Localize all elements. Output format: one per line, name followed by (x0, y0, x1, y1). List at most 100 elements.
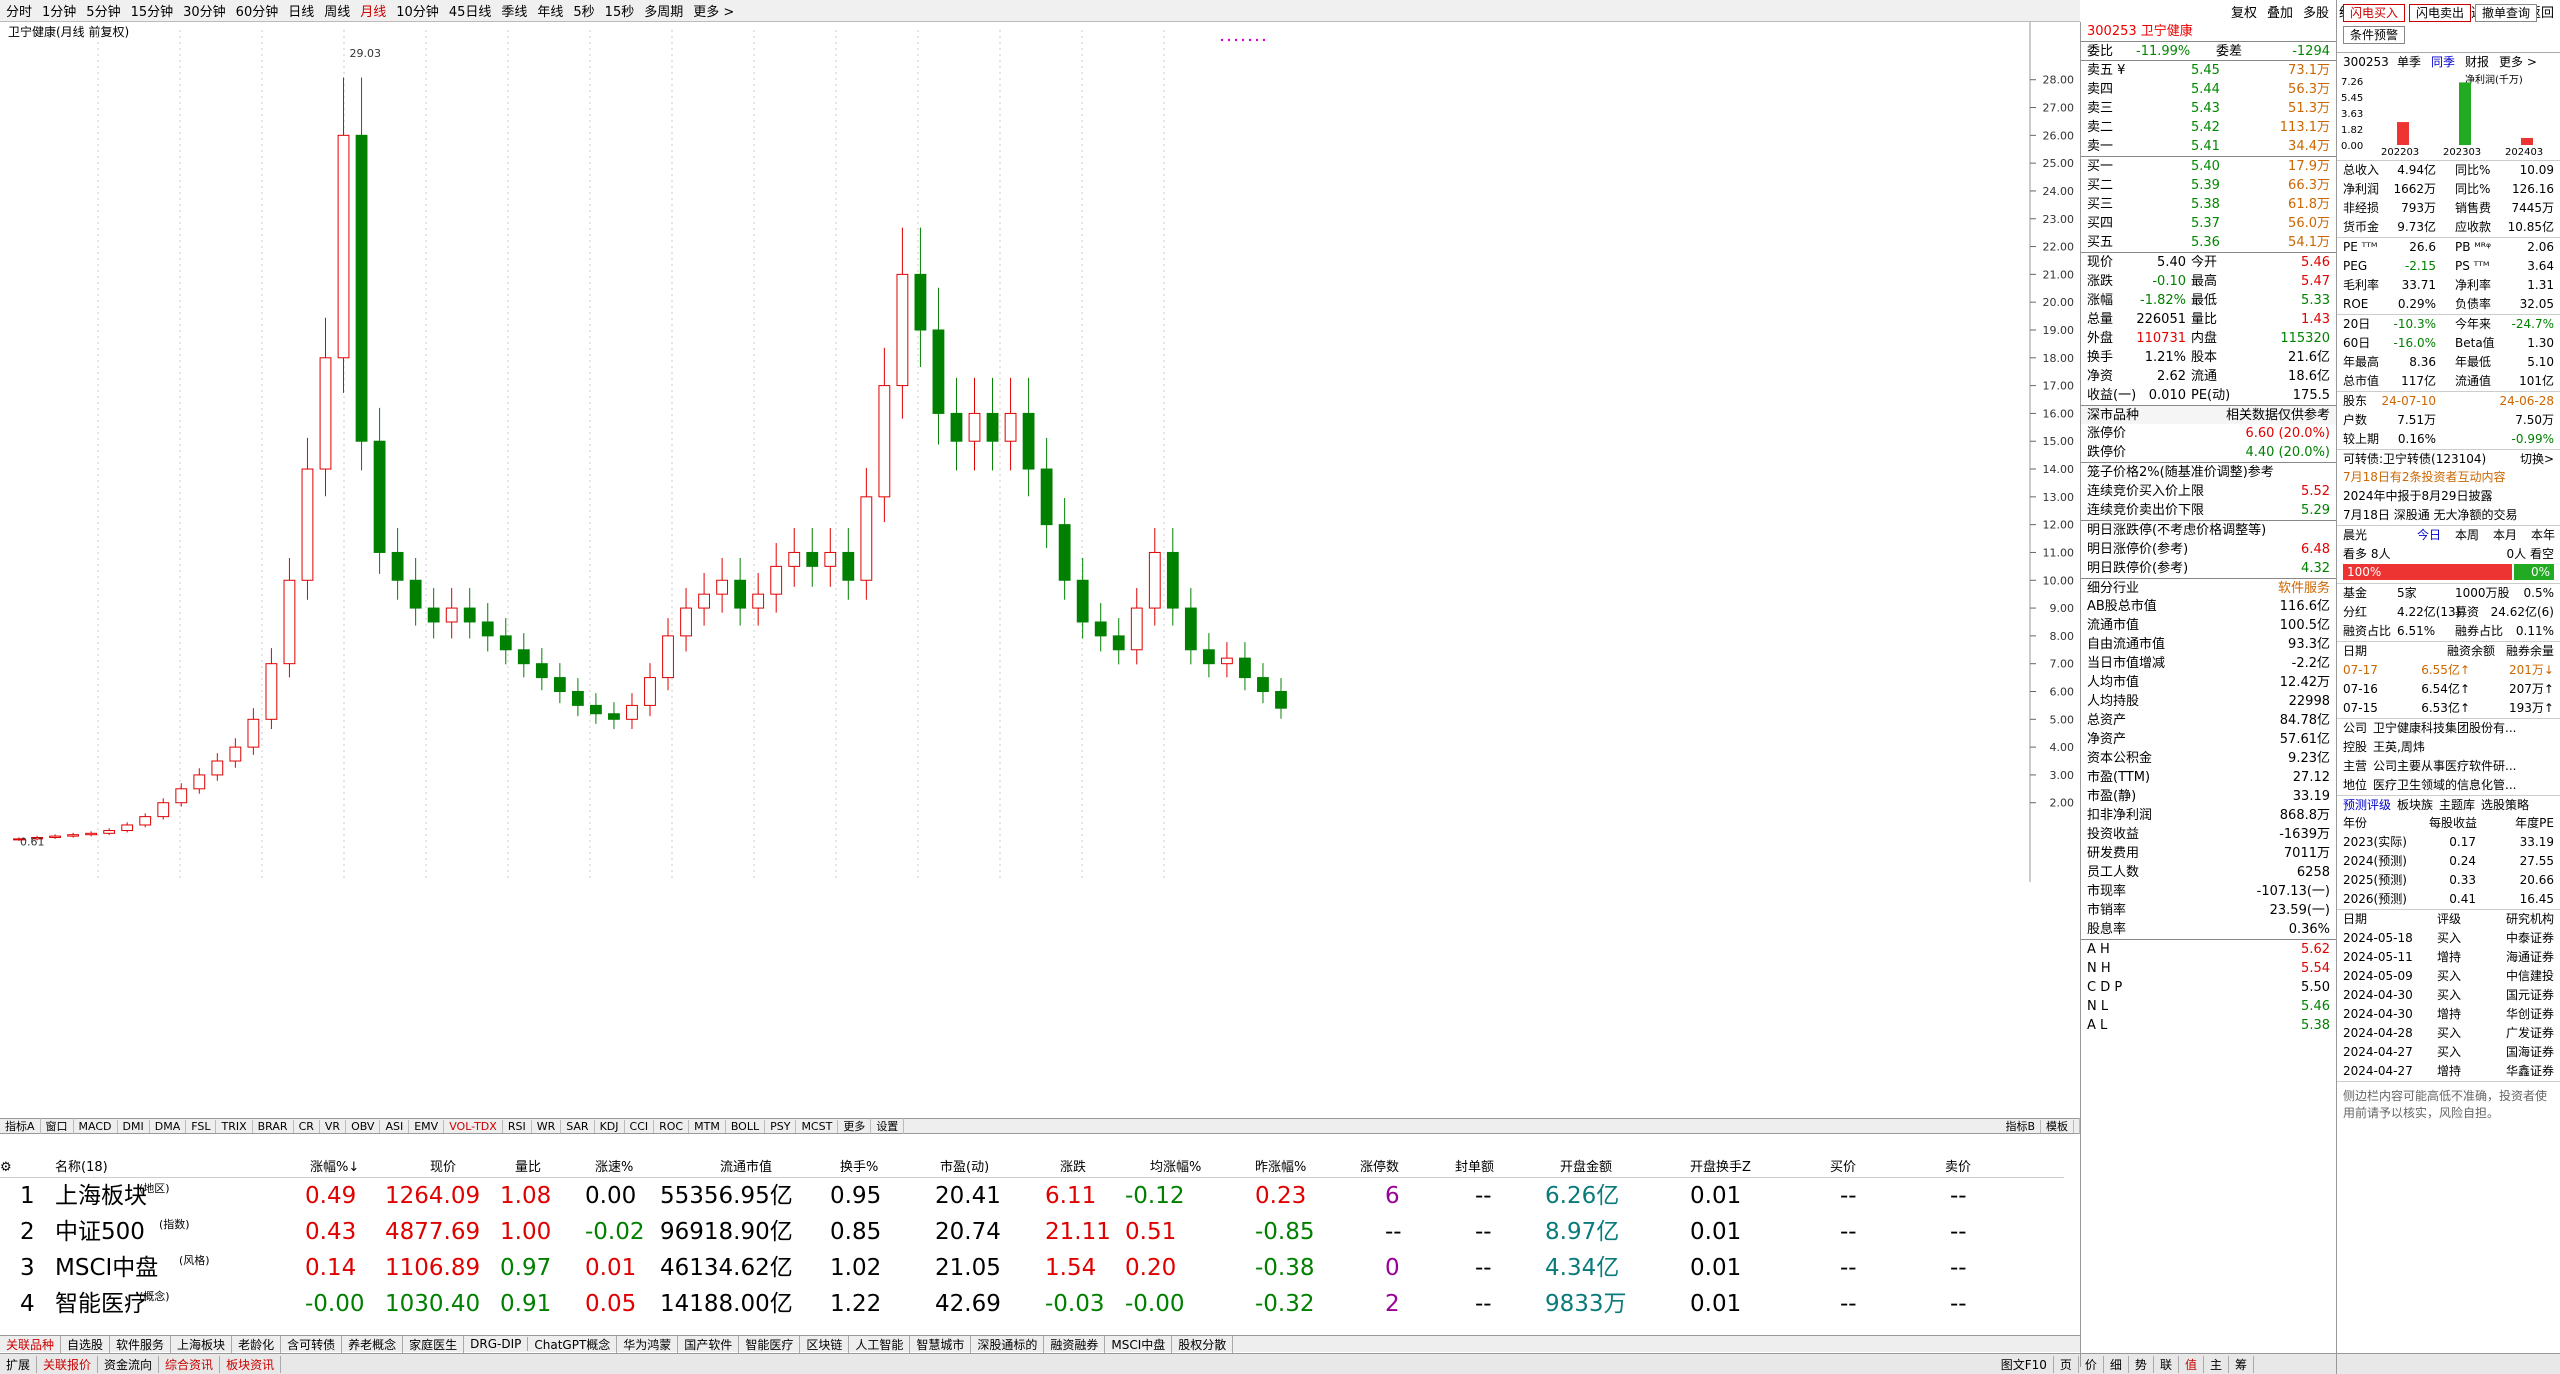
indicator-tab[interactable]: DMA (150, 1119, 187, 1133)
news-item[interactable]: 7月18日 深股通 无大净额的交易 (2337, 506, 2560, 525)
candle-body[interactable] (590, 704, 602, 715)
indicator-tab[interactable]: EMV (409, 1119, 445, 1133)
candle-body[interactable] (878, 385, 891, 498)
related-tab[interactable]: 国产软件 (678, 1335, 740, 1353)
indicator-tab[interactable]: MACD (74, 1119, 118, 1133)
candle-body[interactable] (355, 134, 368, 442)
candle-body[interactable] (1166, 551, 1179, 609)
sentiment-tab[interactable]: 本周 (2455, 528, 2479, 542)
indicator-tab[interactable]: 设置 (871, 1118, 905, 1134)
indicator-tab[interactable]: OBV (346, 1119, 381, 1133)
candle-body[interactable] (481, 621, 494, 637)
candle-body[interactable] (409, 579, 422, 609)
indicator-tab[interactable]: VOL-TDX (444, 1119, 503, 1133)
candle-body[interactable] (265, 663, 278, 720)
status-tab[interactable]: 扩展 (0, 1355, 38, 1373)
candle-body[interactable] (698, 593, 710, 609)
period-tab[interactable]: 日线 (288, 1, 314, 20)
period-tab[interactable]: 15分钟 (131, 1, 174, 20)
candle-body[interactable] (445, 607, 458, 623)
related-tab[interactable]: 软件服务 (110, 1335, 172, 1353)
candle-body[interactable] (1094, 621, 1107, 637)
related-tab[interactable]: 智能医疗 (739, 1335, 801, 1353)
related-tab[interactable]: 区块链 (800, 1335, 850, 1353)
period-tab[interactable]: 30分钟 (183, 1, 226, 20)
industry-value[interactable]: 软件服务 (2278, 579, 2330, 598)
candle-body[interactable] (193, 774, 206, 790)
candle-body[interactable] (247, 718, 260, 748)
candle-body[interactable] (1257, 677, 1269, 692)
candle-body[interactable] (662, 635, 674, 679)
indicator-tab[interactable]: WR (532, 1119, 562, 1133)
rating-row[interactable]: 2024-04-27 买入 国海证券 (2337, 1043, 2560, 1062)
rating-row[interactable]: 2024-05-09 买入 中信建投 (2337, 967, 2560, 986)
sentiment-tab[interactable]: 本月 (2493, 528, 2517, 542)
sentiment-tab[interactable]: 今日 (2417, 528, 2441, 542)
side-tab[interactable]: 同季 (2431, 55, 2455, 69)
period-tab[interactable]: 多周期 (644, 1, 683, 20)
status-tab[interactable]: 关联报价 (37, 1355, 99, 1373)
table-row[interactable]: 1 上海板块 (地区) 0.49 1264.09 1.08 0.00 55356.95亿 0.9… (0, 1178, 2064, 1214)
candle-body[interactable] (103, 830, 116, 834)
candle-body[interactable] (1184, 607, 1197, 651)
side-button[interactable]: 闪电卖出 (2409, 4, 2472, 22)
candle-body[interactable] (1058, 524, 1071, 581)
rating-row[interactable]: 2024-05-18 买入 中泰证券 (2337, 929, 2560, 948)
bid-row[interactable]: 买三 5.38 61.8万 (2081, 195, 2336, 214)
candle-body[interactable] (1112, 635, 1125, 651)
table-header-cell[interactable]: 封单额 (1455, 1158, 1494, 1178)
related-tab[interactable]: 老龄化 (232, 1335, 282, 1353)
indicator-tab[interactable]: SAR (561, 1119, 595, 1133)
candle-body[interactable] (1040, 468, 1053, 526)
indicator-tab[interactable]: FSL (186, 1119, 217, 1133)
related-tab[interactable]: 人工智能 (849, 1335, 911, 1353)
candle-body[interactable] (373, 440, 386, 553)
related-tab[interactable]: ChatGPT概念 (528, 1335, 618, 1353)
bid-row[interactable]: 买一 5.40 17.9万 (2081, 157, 2336, 176)
indicator-tab[interactable]: ASI (380, 1119, 410, 1133)
row-name[interactable]: 智能医疗 (55, 1286, 147, 1322)
table-header-cell[interactable]: 开盘金额 (1560, 1158, 1612, 1178)
side-button[interactable]: 闪电买入 (2343, 4, 2406, 22)
news-item[interactable]: 7月18日有2条投资者互动内容 (2337, 468, 2560, 487)
sentiment-tab[interactable]: 本年 (2531, 528, 2555, 542)
candle-body[interactable] (716, 579, 729, 595)
candle-body[interactable] (806, 551, 819, 567)
table-row[interactable]: 4 智能医疗 (概念) -0.00 1030.40 0.91 0.05 14188.00亿 1.… (0, 1286, 2064, 1322)
tool-button[interactable]: 叠加 (2267, 2, 2293, 21)
table-header-cell[interactable]: 买价 (1830, 1158, 1856, 1178)
candle-body[interactable] (788, 551, 801, 567)
period-tab[interactable]: 分时 (6, 1, 32, 20)
related-tab[interactable]: DRG-DIP (464, 1337, 529, 1351)
convert-switch[interactable]: 切换> (2520, 450, 2554, 469)
candle-body[interactable] (1275, 690, 1287, 709)
candle-body[interactable] (553, 677, 566, 692)
table-header-cell[interactable]: 现价 (430, 1158, 456, 1178)
table-header-cell[interactable]: 涨幅%↓ (310, 1158, 359, 1178)
indicator-tab[interactable]: ROC (654, 1119, 690, 1133)
period-tab[interactable]: 年线 (537, 1, 563, 20)
period-tab[interactable]: 5秒 (573, 1, 594, 20)
rating-row[interactable]: 2024-04-28 买入 广发证券 (2337, 1024, 2560, 1043)
side-tab[interactable]: 单季 (2397, 55, 2421, 69)
candle-body[interactable] (824, 551, 837, 567)
candle-body[interactable] (986, 412, 999, 442)
status-tab[interactable]: 板块资讯 (220, 1355, 282, 1373)
row-name[interactable]: 中证500 (55, 1214, 145, 1250)
indicator-tab[interactable]: RSI (503, 1119, 532, 1133)
table-header-cell[interactable]: 涨速% (595, 1158, 633, 1178)
period-tab[interactable]: 月线 (360, 1, 386, 20)
related-tab[interactable]: 股权分散 (1172, 1335, 1234, 1353)
ask-row[interactable]: 卖五 ¥ 5.45 73.1万 (2081, 61, 2336, 80)
tool-button[interactable]: 复权 (2231, 2, 2257, 21)
period-tab[interactable]: 10分钟 (396, 1, 439, 20)
period-tab[interactable]: 更多 > (693, 1, 734, 20)
indicator-tab[interactable]: CCI (625, 1119, 655, 1133)
indicator-tab[interactable]: TRIX (216, 1119, 253, 1133)
candle-body[interactable] (139, 816, 152, 826)
period-tab[interactable]: 周线 (324, 1, 350, 20)
related-tab[interactable]: 上海板块 (171, 1335, 233, 1353)
indicator-tab[interactable]: BRAR (253, 1119, 294, 1133)
candle-body[interactable] (1004, 412, 1017, 442)
related-tab[interactable]: 养老概念 (342, 1335, 404, 1353)
